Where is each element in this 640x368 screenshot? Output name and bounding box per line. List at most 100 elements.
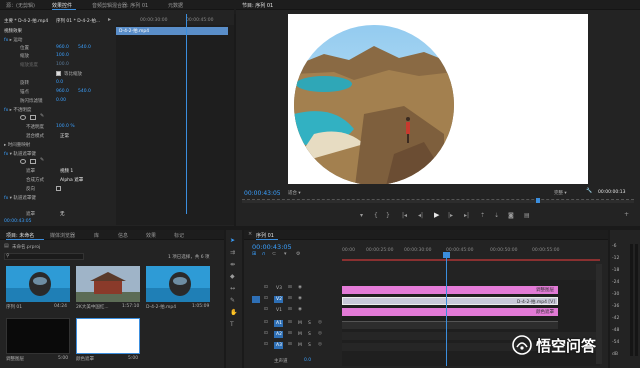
project-item-clip[interactable]: D-4-2-拍.mp4 1:05:09 [146,266,210,310]
tab-effect-controls[interactable]: 效果控件 [52,2,72,9]
solo-button[interactable]: S [308,321,311,326]
linked-select-icon[interactable]: ⊂ [272,252,276,257]
program-playhead[interactable] [536,198,540,203]
work-area-bar[interactable] [342,259,600,261]
mic-icon[interactable]: ◎ [318,342,322,348]
go-to-in-icon[interactable]: |◂ [402,213,407,219]
lock-icon[interactable]: ⊡ [264,285,268,291]
eye-icon[interactable]: ◉ [298,285,302,291]
project-search-input[interactable] [4,253,84,260]
prop-scale-width-value[interactable]: 100.0 [56,62,69,67]
prop-composite-value[interactable]: Alpha 遮罩 [60,177,83,183]
go-to-out-icon[interactable]: ▸| [464,213,469,219]
step-back-icon[interactable]: ◂| [418,213,423,219]
program-fit-select[interactable]: 适合 ▾ [288,190,301,196]
tab-libraries[interactable]: 库 [94,232,99,239]
extract-icon[interactable]: ⇣ [494,213,499,219]
mic-icon[interactable]: ◎ [318,331,322,337]
timeline-scrollbar[interactable] [596,264,602,364]
solo-button[interactable]: S [308,343,311,348]
timeline-sequence-tab[interactable]: 序列 01 [256,232,274,239]
tab-markers[interactable]: 标记 [174,232,184,239]
prop-matte-2-value[interactable]: 无 [60,211,65,217]
fx-track-matte[interactable]: fx ▾ 轨道遮罩键 [4,151,36,157]
uniform-scale-checkbox[interactable] [56,71,61,76]
timeline-timecode[interactable]: 00:00:43:05 [252,243,292,251]
step-forward-icon[interactable]: |▸ [448,213,453,219]
play-only-icon[interactable]: ▸ [108,17,111,23]
program-timecode[interactable]: 00:00:43:05 [244,190,281,197]
sync-icon[interactable]: ⊟ [288,331,292,337]
add-button-icon[interactable]: + [624,212,629,218]
tab-effects[interactable]: 效果 [146,232,156,239]
prop-blend-value[interactable]: 正常 [60,133,69,139]
ripple-edit-tool-icon[interactable]: ⇹ [230,262,235,268]
close-tab-icon[interactable]: × [248,232,252,237]
sync-icon[interactable]: ⊟ [288,296,292,302]
eye-icon[interactable]: ◉ [298,296,302,302]
ec-playhead[interactable] [186,14,187,214]
project-item-video[interactable]: 2K大美中国红... 1:57:10 [76,266,140,310]
mic-icon[interactable]: ◎ [318,320,322,326]
add-marker-icon[interactable]: ▾ [360,213,363,219]
ec-timecode[interactable]: 00:00:43:05 [4,219,31,224]
tab-metadata[interactable]: 元数据 [168,2,183,9]
fx-time-remap[interactable]: ▸ 时间重映射 [4,142,30,148]
sync-icon[interactable]: ⊟ [288,307,292,313]
prop-rotation-value[interactable]: 0.0 [56,80,63,85]
prop-anchor-x[interactable]: 960.0 [56,89,69,94]
project-item-sequence[interactable]: 序列 01 04:24 [6,266,70,310]
sync-icon[interactable]: ⊟ [288,285,292,291]
mute-button[interactable]: M [298,343,302,348]
project-item-color-matte[interactable]: 颜色遮罩 5:00 [76,318,140,362]
ec-clip-bar[interactable]: D-4-2-拍.mp4 [116,27,228,35]
settings-icon[interactable]: ⚙ [296,252,300,257]
prop-position-y[interactable]: 540.0 [78,45,91,50]
tab-source[interactable]: 源：(无剪辑) [6,2,35,9]
sync-icon[interactable]: ⊟ [288,320,292,326]
pen-tool-icon[interactable]: ✎ [230,298,235,304]
matte-pen-icon[interactable]: ✎ [40,158,44,163]
lock-icon[interactable]: ⊡ [264,331,268,337]
wrench-icon[interactable]: 🔧 [586,189,592,194]
master-track-value[interactable]: 0.0 [304,358,311,363]
sync-icon[interactable]: ⊟ [288,342,292,348]
selection-tool-icon[interactable]: ➤ [230,238,235,244]
program-title[interactable]: 节目: 序列 01 [242,2,273,9]
lock-icon[interactable]: ⊡ [264,296,268,302]
solo-button[interactable]: S [308,332,311,337]
tab-project[interactable]: 项目: 未命名 [6,232,34,239]
track-select-tool-icon[interactable]: ⇉ [230,250,235,256]
prop-position-x[interactable]: 960.0 [56,45,69,50]
pen-icon[interactable]: ✎ [40,114,44,119]
fx-opacity-label[interactable]: fx ▸ 不透明度 [4,107,31,113]
source-patch-v1[interactable] [252,296,260,303]
audio-clip-a1[interactable] [342,321,558,329]
tab-info[interactable]: 信息 [118,232,128,239]
eye-icon[interactable]: ◉ [298,307,302,313]
tab-audio-mixer[interactable]: 音频剪辑混合器: 序列 01 [92,2,148,9]
program-quality-select[interactable]: 完整 ▾ [554,190,567,196]
prop-anti-flicker-value[interactable]: 0.00 [56,98,66,103]
prop-anchor-y[interactable]: 540.0 [78,89,91,94]
lock-icon[interactable]: ⊡ [264,320,268,326]
matte-ellipse-icon[interactable] [20,159,26,164]
project-item-adjustment[interactable]: 调整图层 5:00 [6,318,70,362]
mute-button[interactable]: M [298,332,302,337]
lock-icon[interactable]: ⊡ [264,342,268,348]
play-icon[interactable]: ▶ [434,212,439,219]
mask-rect-icon[interactable] [30,115,36,120]
mark-in-icon[interactable]: { [374,213,378,219]
fx-track-matte-2[interactable]: fx ▾ 轨道遮罩键 [4,195,36,201]
prop-matte-value[interactable]: 视频 1 [60,168,73,174]
lock-icon[interactable]: ⊡ [264,307,268,313]
nest-icon[interactable]: ⊞ [252,252,256,257]
hand-tool-icon[interactable]: ✋ [230,310,237,316]
marker-icon[interactable]: ▾ [284,252,287,257]
clip-video[interactable]: D-4-2-拍.mp4 [V] [342,297,558,305]
matte-rect-icon[interactable] [30,159,36,164]
mute-button[interactable]: M [298,321,302,326]
clip-adjustment-layer[interactable]: 调整图层 [342,286,558,294]
timeline-playhead-handle[interactable] [443,252,450,258]
prop-opacity-value[interactable]: 100.0 % [56,124,75,129]
